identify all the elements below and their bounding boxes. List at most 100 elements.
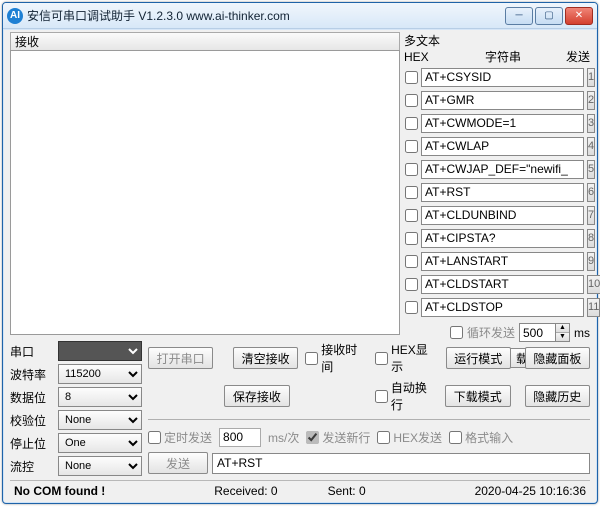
formatted-in-checkbox[interactable] — [449, 431, 462, 444]
minimize-button[interactable]: ─ — [505, 7, 533, 25]
multitext-rows: 1234567891011 — [404, 67, 590, 317]
spin-up-icon[interactable]: ▲ — [556, 324, 569, 333]
databits-select[interactable]: 8 — [58, 387, 142, 407]
timed-interval-input[interactable] — [219, 428, 261, 447]
row-send-button[interactable]: 8 — [587, 229, 595, 248]
separator — [148, 419, 590, 420]
status-received: Received: 0 — [214, 484, 277, 498]
app-window: AI 安信可串口调试助手 V1.2.3.0 www.ai-thinker.com… — [2, 2, 598, 504]
recv-time-checkbox[interactable] — [305, 352, 318, 365]
timed-send-checkbox[interactable] — [148, 431, 161, 444]
hex-show-checkbox[interactable] — [375, 352, 388, 365]
col-hex-header: HEX — [404, 49, 440, 65]
serial-settings: 串口 波特率 115200 数据位 8 校验位 None 停止位 One 流控 … — [10, 341, 142, 476]
row-send-button[interactable]: 1 — [587, 68, 595, 87]
row-command-input[interactable] — [421, 68, 584, 87]
spin-down-icon[interactable]: ▼ — [556, 333, 569, 341]
row-hex-checkbox[interactable] — [405, 255, 418, 268]
port-select[interactable] — [58, 341, 142, 361]
row-hex-checkbox[interactable] — [405, 301, 418, 314]
row-hex-checkbox[interactable] — [405, 140, 418, 153]
row-send-button[interactable]: 6 — [587, 183, 595, 202]
status-sent: Sent: 0 — [328, 484, 366, 498]
recv-time-label: 接收时间 — [321, 341, 368, 375]
hide-history-button[interactable]: 隐藏历史 — [525, 385, 590, 407]
multitext-row: 4 — [404, 136, 590, 156]
row-command-input[interactable] — [421, 137, 584, 156]
databits-label: 数据位 — [10, 389, 54, 406]
row-hex-checkbox[interactable] — [405, 232, 418, 245]
send-button[interactable]: 发送 — [148, 452, 208, 474]
col-send-header: 发送 — [566, 49, 590, 65]
multitext-row: 10 — [404, 274, 590, 294]
row-hex-checkbox[interactable] — [405, 278, 418, 291]
row-send-button[interactable]: 3 — [587, 114, 595, 133]
controls-panel: 打开串口 清空接收 接收时间 HEX显示 运行模式 隐藏面板 保存接收 自动换行… — [148, 341, 590, 476]
multitext-row: 5 — [404, 159, 590, 179]
baud-label: 波特率 — [10, 366, 54, 383]
loop-unit-label: ms — [574, 326, 590, 340]
baud-select[interactable]: 115200 — [58, 364, 142, 384]
stopbits-select[interactable]: One — [58, 433, 142, 453]
titlebar[interactable]: AI 安信可串口调试助手 V1.2.3.0 www.ai-thinker.com… — [3, 3, 597, 29]
row-send-button[interactable]: 9 — [587, 252, 595, 271]
row-send-button[interactable]: 4 — [587, 137, 595, 156]
row-hex-checkbox[interactable] — [405, 71, 418, 84]
row-command-input[interactable] — [421, 298, 584, 317]
download-mode-button[interactable]: 下载模式 — [445, 385, 510, 407]
app-icon: AI — [7, 8, 23, 24]
loop-send-checkbox[interactable] — [450, 326, 463, 339]
save-recv-button[interactable]: 保存接收 — [224, 385, 289, 407]
auto-wrap-checkbox[interactable] — [375, 390, 388, 403]
multitext-row: 11 — [404, 297, 590, 317]
minimize-icon: ─ — [515, 10, 522, 21]
timed-unit-label: ms/次 — [268, 429, 299, 446]
row-command-input[interactable] — [421, 206, 584, 225]
maximize-icon: ▢ — [544, 10, 553, 21]
hex-send-label: HEX发送 — [393, 429, 442, 446]
status-bar: No COM found ! Received: 0 Sent: 0 2020-… — [10, 480, 590, 500]
row-command-input[interactable] — [421, 275, 584, 294]
multitext-row: 2 — [404, 90, 590, 110]
row-hex-checkbox[interactable] — [405, 117, 418, 130]
parity-select[interactable]: None — [58, 410, 142, 430]
hex-send-checkbox[interactable] — [377, 431, 390, 444]
row-command-input[interactable] — [421, 91, 584, 110]
col-str-header: 字符串 — [440, 49, 566, 65]
flow-select[interactable]: None — [58, 456, 142, 476]
row-command-input[interactable] — [421, 252, 584, 271]
row-command-input[interactable] — [421, 160, 584, 179]
send-newline-checkbox[interactable] — [306, 431, 319, 444]
row-send-button[interactable]: 11 — [587, 298, 600, 317]
loop-interval-input[interactable] — [519, 323, 555, 342]
hide-panel-button[interactable]: 隐藏面板 — [525, 347, 590, 369]
row-send-button[interactable]: 5 — [587, 160, 595, 179]
multitext-row: 1 — [404, 67, 590, 87]
run-mode-button[interactable]: 运行模式 — [446, 347, 511, 369]
send-input[interactable] — [212, 453, 590, 474]
clear-recv-button[interactable]: 清空接收 — [233, 347, 298, 369]
receive-textarea[interactable] — [10, 50, 400, 335]
row-hex-checkbox[interactable] — [405, 94, 418, 107]
multitext-panel: 多文本 HEX 字符串 发送 1234567891011 循环发送 ▲▼ ms — [404, 32, 590, 335]
row-send-button[interactable]: 2 — [587, 91, 595, 110]
row-command-input[interactable] — [421, 229, 584, 248]
row-send-button[interactable]: 7 — [587, 206, 595, 225]
close-button[interactable]: ✕ — [565, 7, 593, 25]
close-icon: ✕ — [575, 10, 583, 21]
open-port-button[interactable]: 打开串口 — [148, 347, 213, 369]
row-command-input[interactable] — [421, 114, 584, 133]
port-label: 串口 — [10, 343, 54, 360]
multitext-row: 6 — [404, 182, 590, 202]
maximize-button[interactable]: ▢ — [535, 7, 563, 25]
auto-wrap-label: 自动换行 — [391, 379, 438, 413]
window-title: 安信可串口调试助手 V1.2.3.0 www.ai-thinker.com — [27, 7, 290, 24]
loop-interval-spinner[interactable]: ▲▼ — [555, 323, 570, 342]
multitext-title: 多文本 — [404, 32, 590, 49]
row-hex-checkbox[interactable] — [405, 209, 418, 222]
multitext-row: 9 — [404, 251, 590, 271]
row-send-button[interactable]: 10 — [587, 275, 600, 294]
row-hex-checkbox[interactable] — [405, 186, 418, 199]
row-command-input[interactable] — [421, 183, 584, 202]
row-hex-checkbox[interactable] — [405, 163, 418, 176]
